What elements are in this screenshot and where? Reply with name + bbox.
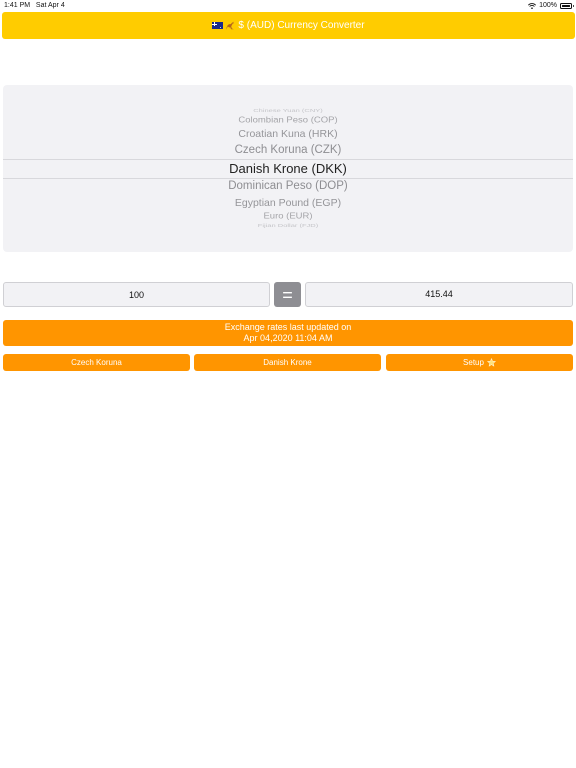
star-icon <box>486 357 497 367</box>
wifi-icon <box>528 2 537 9</box>
update-banner-date: Apr 04,2020 11:04 AM <box>243 333 333 343</box>
header-title: $ (AUD) Currency Converter <box>238 20 365 31</box>
setup-button[interactable]: Setup <box>386 354 573 371</box>
battery-percentage: 100% <box>539 2 557 9</box>
from-currency-label: Czech Koruna <box>71 358 122 367</box>
app-header: $ (AUD) Currency Converter <box>2 12 575 39</box>
to-currency-button[interactable]: Danish Krone <box>194 354 381 371</box>
picker-item[interactable]: Czech Koruna (CZK) <box>3 144 573 156</box>
result-field: 415.44 <box>305 282 573 307</box>
status-time-date: 1:41 PM Sat Apr 4 <box>4 2 65 9</box>
picker-item[interactable]: Euro (EUR) <box>3 212 573 221</box>
australia-flag-icon <box>212 22 224 29</box>
status-bar: 1:41 PM Sat Apr 4 100% <box>0 0 576 12</box>
picker-item[interactable]: Fijian Dollar (FJD) <box>3 223 573 228</box>
status-date: Sat Apr 4 <box>35 2 65 9</box>
update-banner-line1: Exchange rates last updated on <box>224 322 352 332</box>
amount-input[interactable] <box>3 282 270 307</box>
currency-picker[interactable]: Chinese Yuan (CNY) Colombian Peso (COP) Cr… <box>3 85 573 252</box>
kangaroo-icon <box>226 21 235 30</box>
picker-item[interactable]: Dominican Peso (DOP) <box>3 180 573 192</box>
picker-item[interactable]: Chinese Yuan (CNY) <box>3 108 573 113</box>
picker-item[interactable]: Colombian Peso (COP) <box>3 116 573 125</box>
rates-update-banner: Exchange rates last updated on Apr 04,20… <box>3 320 573 346</box>
from-currency-button[interactable]: Czech Koruna <box>3 354 190 371</box>
battery-icon <box>560 2 574 9</box>
picker-item[interactable]: Egyptian Pound (EGP) <box>3 197 573 208</box>
setup-label: Setup <box>463 358 484 367</box>
to-currency-label: Danish Krone <box>263 358 312 367</box>
picker-item-selected[interactable]: Danish Krone (DKK) <box>3 161 573 176</box>
picker-item[interactable]: Croatian Kuna (HRK) <box>3 128 573 139</box>
status-time: 1:41 PM <box>4 2 31 9</box>
convert-button[interactable]: = <box>274 282 301 307</box>
status-indicators: 100% <box>528 2 574 9</box>
